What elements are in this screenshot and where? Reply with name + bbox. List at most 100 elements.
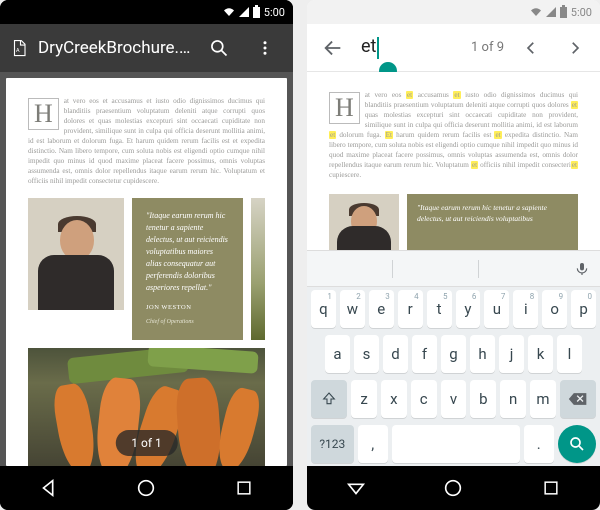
search-highlight: et [571,101,578,109]
key-k[interactable]: k [528,335,553,373]
wifi-icon [530,6,542,18]
key-r[interactable]: r4 [398,290,423,328]
recents-button[interactable] [226,470,262,506]
signal-icon [546,7,556,17]
pull-quote: "Itaque earum rerum hic tenetur a sapien… [407,194,578,250]
status-bar: 5:00 [307,0,600,24]
circle-home-icon [135,477,157,499]
app-bar: A DryCreekBrochure.pdf [0,24,293,72]
clock: 5:00 [264,6,285,19]
key-s[interactable]: s [354,335,379,373]
search-input[interactable]: et [361,36,461,59]
back-button[interactable] [31,470,67,506]
triangle-back-icon [38,477,60,499]
document-viewport[interactable]: H at vero eos et accusamus et iusto odio… [307,72,600,250]
backspace-key[interactable] [560,380,596,418]
key-z[interactable]: z [351,380,377,418]
search-highlight: et [571,161,578,169]
key-f[interactable]: f [412,335,437,373]
key-d[interactable]: d [383,335,408,373]
back-button[interactable] [338,470,374,506]
key-h[interactable]: h [470,335,495,373]
signal-icon [239,7,249,17]
key-y[interactable]: y6 [456,290,481,328]
comma-key[interactable]: , [358,425,388,463]
suggestion-slot[interactable] [479,260,564,278]
key-g[interactable]: g [441,335,466,373]
key-x[interactable]: x [381,380,407,418]
document-viewport[interactable]: H at vero eos et accusamus et iusto odio… [0,72,293,466]
suggestion-slot[interactable] [307,260,393,278]
key-a[interactable]: a [325,335,350,373]
voice-input-button[interactable] [564,261,600,277]
square-recents-icon [541,478,561,498]
soft-keyboard: q1w2e3r4t5y6u7i8o9p0 asdfghjkl zxcvbnm ?… [307,250,600,466]
drop-cap: H [329,92,360,124]
pdf-file-icon: A [10,38,28,58]
key-l[interactable]: l [557,335,582,373]
circle-home-icon [442,477,464,499]
key-t[interactable]: t5 [427,290,452,328]
arrow-back-icon [322,37,344,59]
chevron-right-icon [566,39,584,57]
suggestion-strip [307,251,600,287]
wifi-icon [223,6,235,18]
portrait-image [329,194,399,250]
system-nav-bar [307,466,600,510]
backspace-icon [568,392,588,406]
document-title: DryCreekBrochure.pdf [38,38,191,58]
key-u[interactable]: u7 [484,290,509,328]
key-m[interactable]: m [530,380,556,418]
symbols-key[interactable]: ?123 [311,425,354,463]
back-arrow-button[interactable] [315,30,351,66]
prev-result-button[interactable] [514,31,548,65]
text-caret [377,37,379,59]
system-nav-bar [0,466,293,510]
page-indicator: 1 of 1 [115,430,177,456]
home-button[interactable] [435,470,471,506]
svg-text:A: A [16,48,20,54]
key-q[interactable]: q1 [311,290,336,328]
search-button[interactable] [201,30,237,66]
next-result-button[interactable] [558,31,592,65]
search-icon [209,38,229,58]
phone-pdf-viewer: 5:00 A DryCreekBrochure.pdf H at vero eo… [0,0,293,510]
key-c[interactable]: c [411,380,437,418]
document-page: H at vero eos et accusamus et iusto odio… [6,78,287,466]
key-v[interactable]: v [441,380,467,418]
search-result-counter: 1 of 9 [471,40,504,55]
status-bar: 5:00 [0,0,293,24]
phone-pdf-search: 5:00 et 1 of 9 H at vero eos et accusamu… [307,0,600,510]
search-icon [568,435,586,453]
period-key[interactable]: . [524,425,554,463]
home-button[interactable] [128,470,164,506]
key-p[interactable]: p0 [571,290,596,328]
search-highlight: Et [385,131,393,139]
key-i[interactable]: i8 [513,290,538,328]
battery-icon [253,7,260,18]
search-go-key[interactable] [558,425,596,463]
chevron-left-icon [522,39,540,57]
key-b[interactable]: b [470,380,496,418]
drop-cap: H [28,98,59,130]
key-j[interactable]: j [499,335,524,373]
suggestion-slot[interactable] [393,260,479,278]
portrait-image [28,198,124,310]
key-n[interactable]: n [500,380,526,418]
key-e[interactable]: e3 [369,290,394,328]
shift-key[interactable] [311,380,347,418]
space-key[interactable] [392,425,520,463]
search-app-bar: et 1 of 9 [307,24,600,72]
clock: 5:00 [571,6,592,19]
recents-button[interactable] [533,470,569,506]
more-vert-icon [256,39,274,57]
key-o[interactable]: o9 [542,290,567,328]
key-w[interactable]: w2 [340,290,365,328]
vineyard-strip-image [251,198,265,340]
square-recents-icon [234,478,254,498]
overflow-menu-button[interactable] [247,30,283,66]
body-paragraph: H at vero eos et accusamus et iusto odio… [28,96,265,186]
search-highlight: et [453,91,460,99]
body-paragraph: H at vero eos et accusamus et iusto odio… [329,90,578,180]
pull-quote: "Itaque earum rerum hic tenetur a sapien… [132,198,243,340]
